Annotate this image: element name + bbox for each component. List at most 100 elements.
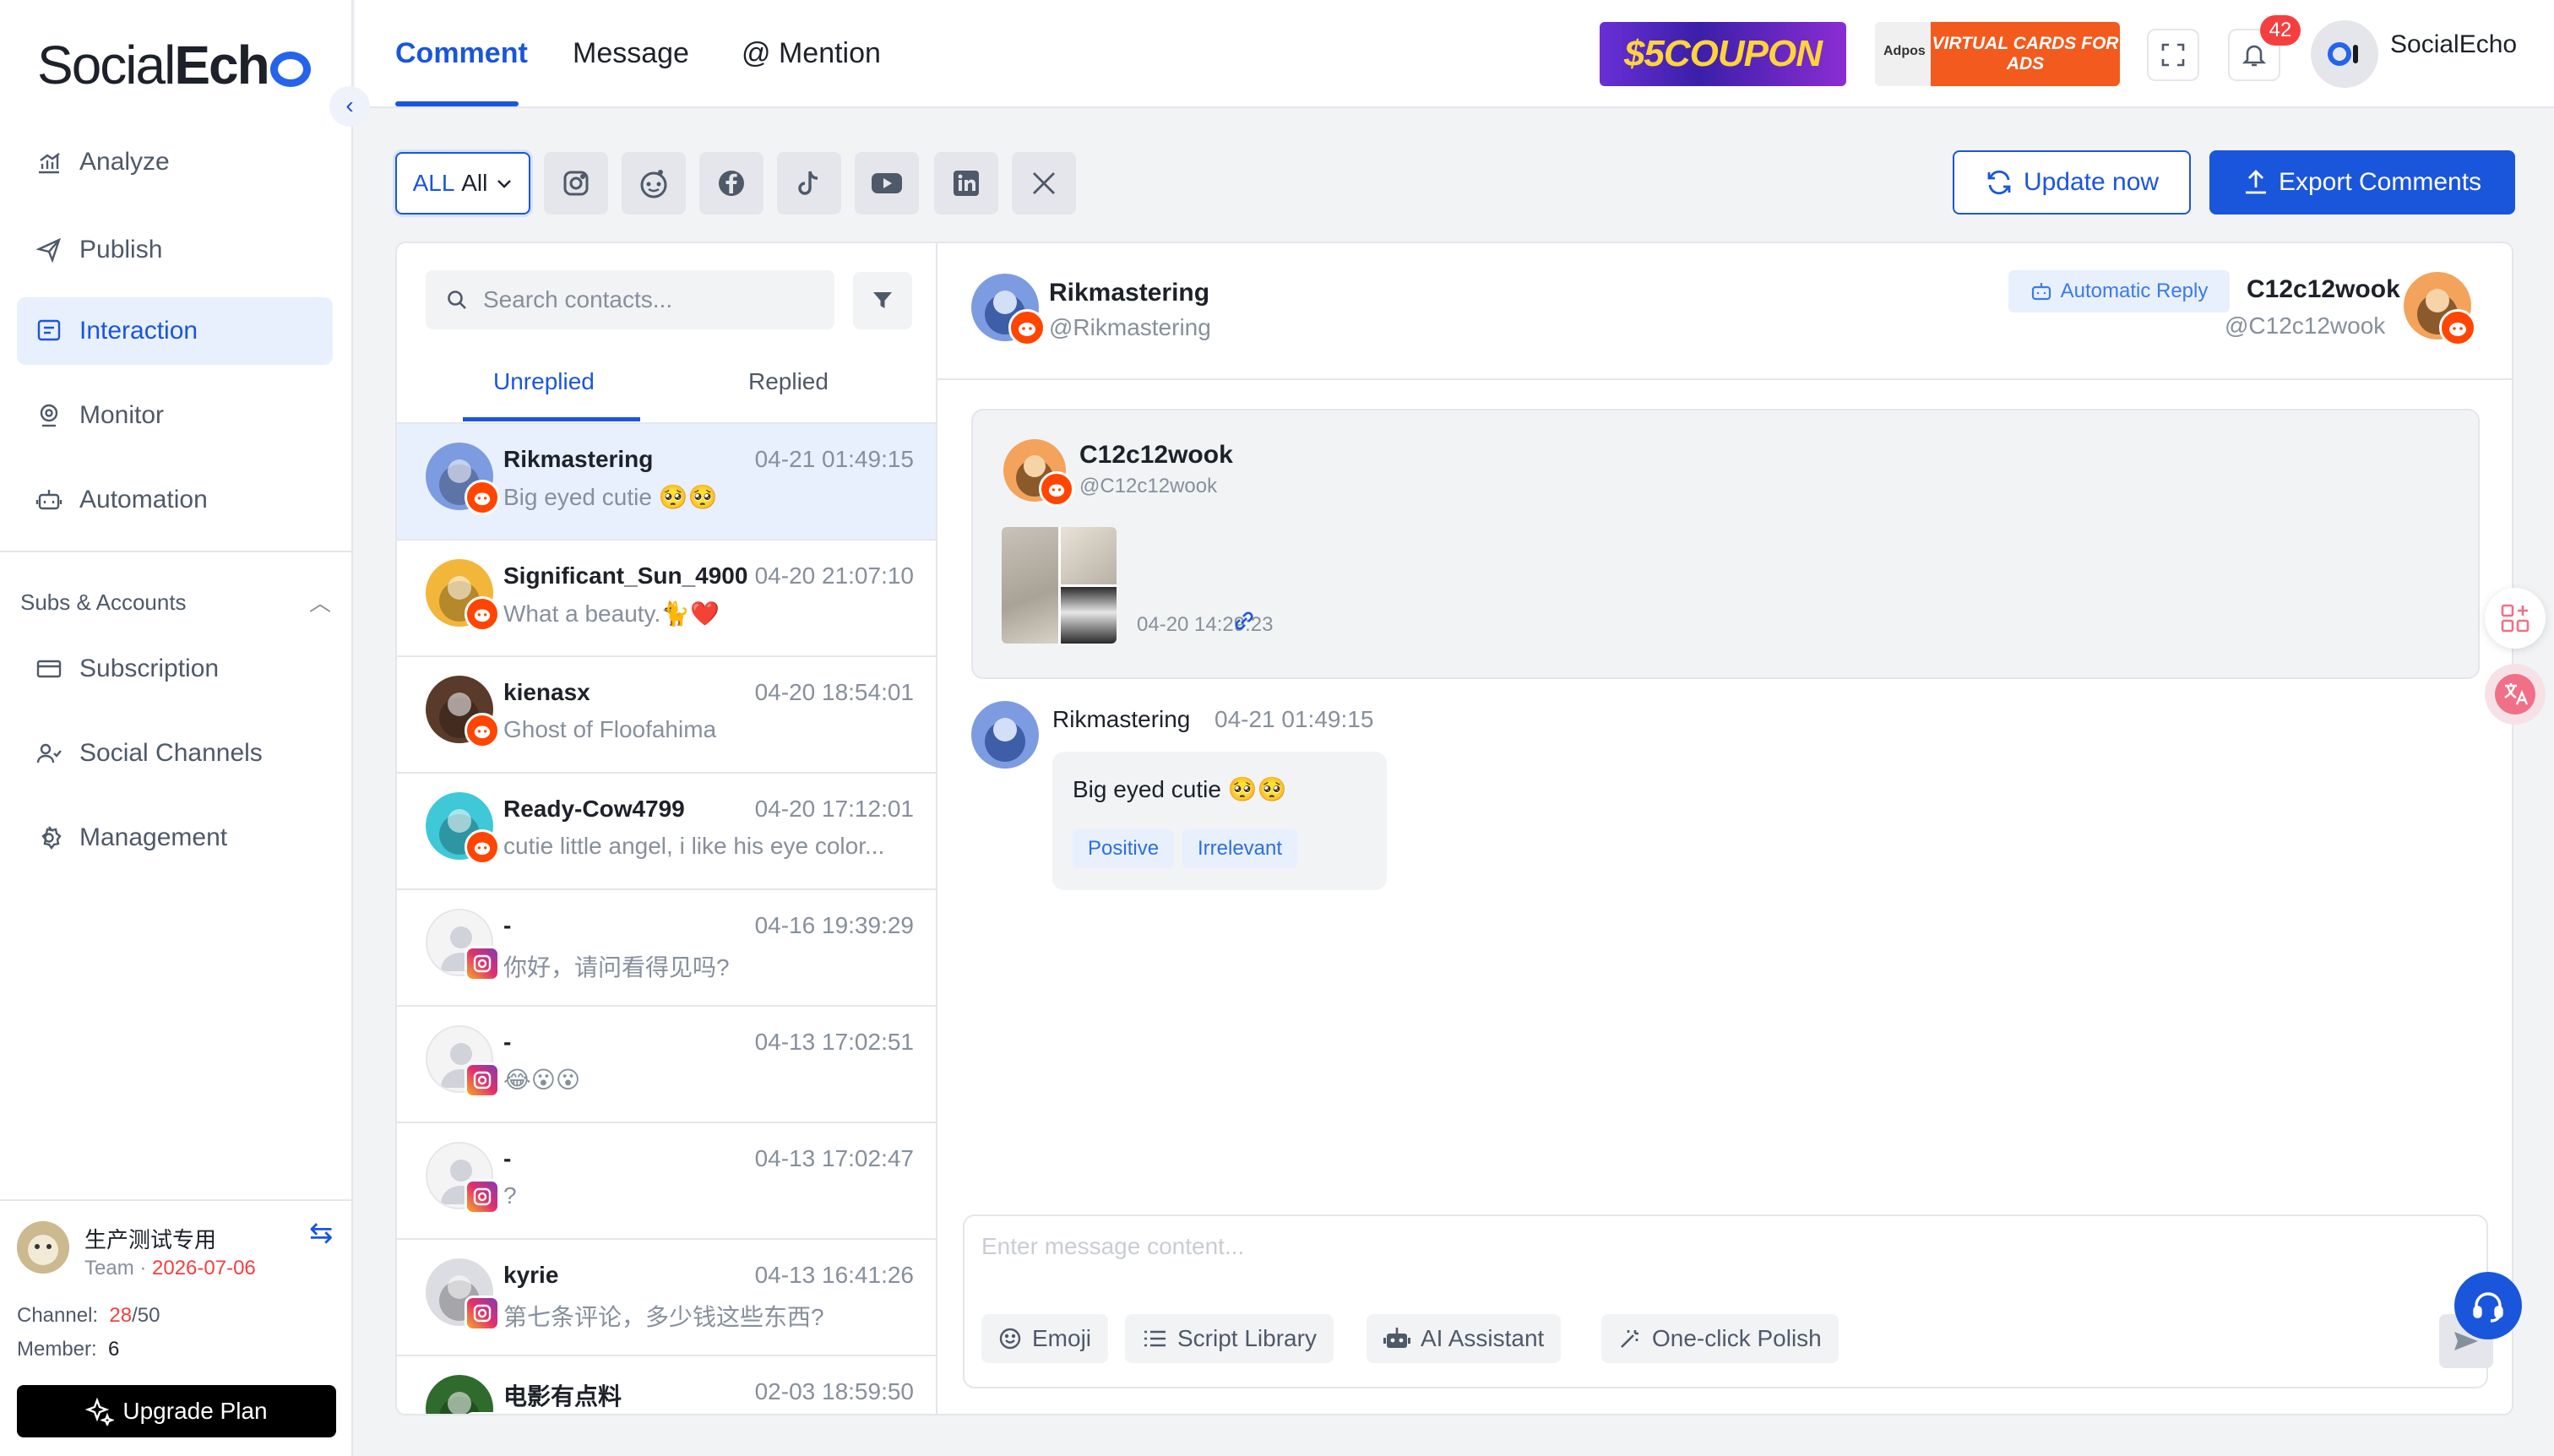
sidebar-item-social-channels[interactable]: Social Channels xyxy=(17,720,333,787)
notification-badge: 42 xyxy=(2260,15,2301,46)
sidebar-item-label: Publish xyxy=(79,236,163,263)
facebook-icon xyxy=(716,168,747,198)
contact-name: - xyxy=(503,912,512,938)
tab-comment[interactable]: Comment xyxy=(395,37,528,70)
chat-icon xyxy=(34,316,64,346)
add-widget-button[interactable] xyxy=(2485,588,2546,649)
contact-time: 04-13 17:02:47 xyxy=(754,1145,914,1171)
smile-icon xyxy=(998,1327,1022,1350)
sidebar-item-management[interactable]: Management xyxy=(17,804,333,872)
tab-replied[interactable]: Replied xyxy=(748,368,829,395)
virtual-cards-banner[interactable]: Adpos VIRTUAL CARDS FOR ADS xyxy=(1875,22,2120,86)
sub-tab-underline xyxy=(463,417,640,421)
search-input[interactable] xyxy=(483,286,821,313)
contact-name: - xyxy=(503,1145,512,1171)
list-item[interactable]: - 04-13 17:02:47? xyxy=(397,1123,936,1240)
sidebar-item-interaction[interactable]: Interaction xyxy=(17,297,333,365)
sidebar-item-label: Interaction xyxy=(79,317,198,345)
sidebar-item-analyze[interactable]: Analyze xyxy=(17,128,333,196)
sidebar-item-publish[interactable]: Publish xyxy=(17,216,333,284)
send-icon xyxy=(34,235,64,265)
robot-icon xyxy=(2030,281,2052,302)
coupon-banner[interactable]: $5COUPON xyxy=(1600,22,1846,86)
contact-name: Significant_Sun_4900 xyxy=(503,562,748,589)
filter-button[interactable] xyxy=(853,272,912,329)
filter-tiktok[interactable] xyxy=(777,152,841,215)
user-name[interactable]: SocialEcho xyxy=(2390,30,2517,59)
sidebar-item-monitor[interactable]: Monitor xyxy=(17,382,333,449)
contact-last-message: Big eyed cutie 🥺🥺 xyxy=(503,484,718,510)
team-plan: Team · 2026-07-06 xyxy=(84,1257,256,1279)
emoji-button[interactable]: Emoji xyxy=(981,1314,1109,1363)
list-item[interactable]: Significant_Sun_4900 04-20 21:07:10 What a… xyxy=(397,541,936,657)
logo-ring-icon xyxy=(269,52,311,87)
list-item[interactable]: Rikmastering 04-21 01:49:15 Big eyed cutie… xyxy=(397,424,936,541)
instagram-badge-icon xyxy=(465,1412,500,1414)
youtube-icon xyxy=(870,171,904,196)
message-input[interactable] xyxy=(981,1233,2417,1284)
filter-facebook[interactable] xyxy=(699,152,763,215)
users-icon xyxy=(34,738,64,769)
filter-x[interactable] xyxy=(1012,152,1076,215)
contact-last-message: ? xyxy=(503,1182,517,1209)
sparkle-icon xyxy=(85,1397,115,1426)
sidebar-item-subscription[interactable]: Subscription xyxy=(17,635,333,703)
sidebar-divider xyxy=(0,551,353,552)
upgrade-plan-button[interactable]: Upgrade Plan xyxy=(17,1385,336,1437)
automatic-reply-badge[interactable]: Automatic Reply xyxy=(2008,270,2230,312)
team-expiry: 2026-07-06 xyxy=(152,1257,256,1279)
avatar xyxy=(971,701,1039,769)
card-icon xyxy=(34,654,64,684)
tab-message[interactable]: Message xyxy=(573,37,689,70)
socialecho-logo-icon xyxy=(2328,41,2361,67)
tab-unreplied[interactable]: Unreplied xyxy=(493,368,595,395)
list-item[interactable]: - 04-16 19:39:29 你好，请问看得见吗? xyxy=(397,890,936,1007)
ai-assistant-button[interactable]: AI Assistant xyxy=(1367,1314,1562,1363)
contact-last-message: cutie little angel, i like his eye color… xyxy=(503,833,885,859)
account-name: C12c12wook xyxy=(2247,275,2400,303)
sidebar-item-automation[interactable]: Automation xyxy=(17,466,333,534)
tab-underline xyxy=(395,101,519,106)
filter-instagram[interactable] xyxy=(544,152,608,215)
tag-irrelevant[interactable]: Irrelevant xyxy=(1182,829,1298,868)
list-item[interactable]: 电影有点料 02-03 18:59:50 xyxy=(397,1356,936,1414)
list-item[interactable]: kyrie 04-13 16:41:26 第七条评论，多少钱这些东西? xyxy=(397,1240,936,1356)
filter-linkedin[interactable] xyxy=(934,152,998,215)
post-image[interactable] xyxy=(1002,527,1117,644)
translate-button[interactable] xyxy=(2485,664,2546,725)
collapse-sidebar-button[interactable]: ‹ xyxy=(329,86,370,127)
switch-team-icon[interactable]: ⇆ xyxy=(309,1216,334,1250)
sidebar-item-label: Subscription xyxy=(79,655,220,682)
message-bubble: Big eyed cutie 🥺🥺 Positive Irrelevant xyxy=(1052,752,1387,890)
export-comments-button[interactable]: Export Comments xyxy=(2209,150,2515,215)
message-time: 04-21 01:49:15 xyxy=(1215,706,1374,732)
script-library-button[interactable]: Script Library xyxy=(1125,1314,1334,1363)
x-icon xyxy=(1030,170,1057,197)
reddit-badge-icon xyxy=(465,596,500,632)
fullscreen-button[interactable] xyxy=(2147,29,2199,81)
contact-time: 04-20 18:54:01 xyxy=(754,679,914,705)
reddit-badge-icon xyxy=(1008,309,1046,346)
team-name: 生产测试专用 xyxy=(84,1227,217,1252)
user-avatar[interactable] xyxy=(2311,20,2378,88)
linkedin-icon xyxy=(951,168,981,198)
tag-positive[interactable]: Positive xyxy=(1073,829,1175,868)
link-icon[interactable] xyxy=(1231,608,1257,639)
list-item[interactable]: - 04-13 17:02:51 😂😮😮 xyxy=(397,1007,936,1123)
tab-mention[interactable]: @ Mention xyxy=(742,37,881,70)
contact-name: kienasx xyxy=(503,679,590,705)
list-item[interactable]: Ready-Cow4799 04-20 17:12:01 cutie little … xyxy=(397,774,936,890)
update-now-button[interactable]: Update now xyxy=(1953,150,2191,215)
one-click-polish-button[interactable]: One-click Polish xyxy=(1601,1314,1839,1363)
platform-filter-select[interactable]: ALL All xyxy=(395,152,530,215)
contact-name: kyrie xyxy=(503,1262,559,1288)
chevron-up-icon[interactable]: ︿ xyxy=(309,586,331,617)
list-item[interactable]: kienasx 04-20 18:54:01 Ghost of Floofahima xyxy=(397,657,936,774)
reddit-badge-icon xyxy=(465,713,500,748)
app-logo[interactable]: SocialEch xyxy=(37,34,311,96)
filter-reddit[interactable] xyxy=(622,152,686,215)
filter-youtube[interactable] xyxy=(855,152,919,215)
double-chevron-icon[interactable]: » xyxy=(2502,1314,2513,1338)
search-box[interactable] xyxy=(426,270,834,329)
bell-icon xyxy=(2241,41,2268,68)
